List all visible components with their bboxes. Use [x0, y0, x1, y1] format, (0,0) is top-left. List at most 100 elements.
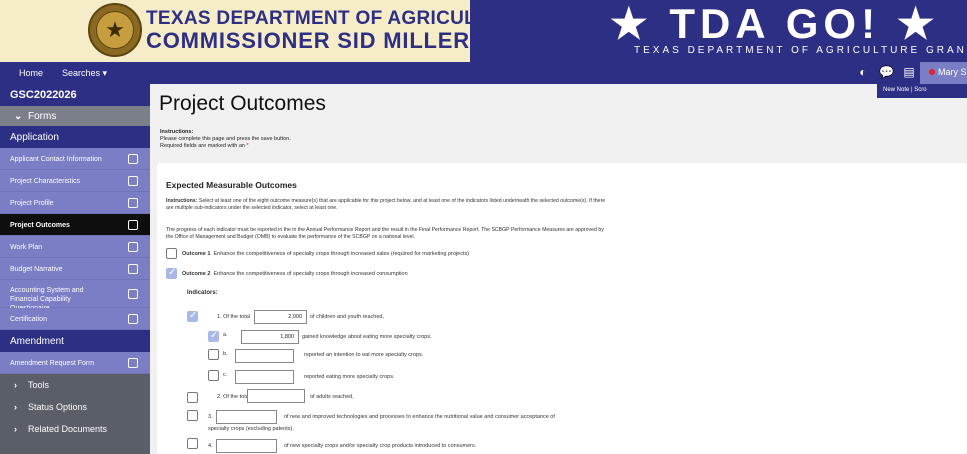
- indicator3-checkbox[interactable]: [187, 410, 198, 421]
- tda-go-subtitle: TEXAS DEPARTMENT OF AGRICULTURE GRANTS O…: [634, 45, 967, 56]
- required-mark: *: [246, 143, 249, 149]
- main-content: New Note | Scro Project Outcomes Instruc…: [150, 84, 967, 454]
- agency-line-1: TEXAS DEPARTMENT OF AGRICULTURE: [146, 8, 528, 29]
- checkbox-icon: [128, 220, 138, 230]
- sidebar-item-applicant-contact[interactable]: Applicant Contact Information: [0, 148, 150, 170]
- progress-text: The progress of each indicator must be r…: [166, 227, 604, 240]
- sidebar-item-project-outcomes[interactable]: Project Outcomes: [0, 214, 150, 236]
- chat-icon[interactable]: 💬: [879, 65, 894, 79]
- new-note-link[interactable]: New Note: [883, 87, 909, 93]
- status-dot-icon: [929, 69, 935, 75]
- sidebar-item-label: Project Profile: [10, 200, 54, 207]
- indicator1-checkbox[interactable]: [187, 310, 198, 322]
- indicator1b-checkbox[interactable]: [208, 349, 219, 360]
- indicator1-prefix: 1. Of the total: [217, 314, 251, 320]
- nav-searches-menu[interactable]: Searches ▾: [62, 68, 107, 79]
- sidebar-link-tools[interactable]: › Tools: [0, 374, 150, 396]
- indicator1c-suffix: reported eating more specialty crops.: [304, 374, 395, 380]
- indicator4-input[interactable]: [216, 439, 277, 453]
- indicator1b-letter: b.: [223, 351, 228, 357]
- page-title: Project Outcomes: [159, 92, 326, 115]
- indicator1a-suffix: gained knowledge about eating more speci…: [302, 334, 432, 340]
- sidebar-item-label: Amendment Request Form: [10, 360, 95, 367]
- outcome2-text: Enhance the competitiveness of specialty…: [213, 271, 408, 277]
- checkbox-icon: [128, 242, 138, 252]
- indicator3-suffix: of new and improved technologies and pro…: [284, 414, 555, 420]
- top-navigation: Home Searches ▾ ◐ 💬 ▤ Mary Sue: [0, 62, 967, 84]
- sidebar-item-label: Certification: [10, 316, 47, 323]
- indicator2-checkbox[interactable]: [187, 392, 198, 403]
- outcome2-checkbox[interactable]: [166, 267, 177, 279]
- indicator3-input[interactable]: [216, 410, 277, 424]
- checkbox-icon: [128, 358, 138, 368]
- sidebar-item-work-plan[interactable]: Work Plan: [0, 236, 150, 258]
- indicator1b-input[interactable]: [235, 349, 294, 363]
- checkbox-icon: [128, 314, 138, 324]
- indicator4-prefix: 4.: [208, 443, 213, 449]
- chevron-right-icon: ›: [14, 380, 17, 390]
- sidebar-link-label: Status Options: [28, 402, 88, 412]
- sidebar-link-related-documents[interactable]: › Related Documents: [0, 418, 150, 440]
- checkbox-icon: [128, 198, 138, 208]
- sidebar-link-label: Related Documents: [28, 424, 108, 434]
- sidebar-forms-label: Forms: [28, 111, 57, 122]
- outcome2-option: Outcome 2 Enhance the competitiveness of…: [182, 271, 408, 277]
- outcome1-text: Enhance the competitiveness of specialty…: [213, 251, 470, 257]
- sidebar-item-project-profile[interactable]: Project Profile: [0, 192, 150, 214]
- indicator1a-checkbox[interactable]: [208, 330, 219, 342]
- page-instructions: Instructions: Please complete this page …: [160, 129, 291, 150]
- sidebar-link-status-options[interactable]: › Status Options: [0, 396, 150, 418]
- agency-line-2: COMMISSIONER SID MILLER: [146, 28, 470, 53]
- contrast-icon[interactable]: ◐: [856, 65, 870, 79]
- instructions-text: Please complete this page and press the …: [160, 136, 291, 142]
- chevron-down-icon: ⌄: [14, 111, 23, 122]
- indicator2-total-input[interactable]: [247, 389, 305, 403]
- sidebar-item-amendment-request[interactable]: Amendment Request Form: [0, 352, 150, 374]
- outcome1-label: Outcome 1: [182, 251, 211, 257]
- nav-home-link[interactable]: Home: [19, 68, 43, 78]
- sidebar-item-project-characteristics[interactable]: Project Characteristics: [0, 170, 150, 192]
- sidebar-item-label: Work Plan: [10, 244, 43, 251]
- card-instructions-text: Select at least one of the eight outcome…: [166, 198, 606, 211]
- user-menu[interactable]: Mary Sue: [920, 62, 967, 84]
- toolbar-icons: ◐ 💬 ▤: [856, 65, 916, 79]
- user-name: Mary Sue: [938, 67, 967, 77]
- scroll-link[interactable]: Scro: [914, 87, 926, 93]
- sidebar-application-header: Application: [0, 126, 150, 148]
- sidebar-item-label: Budget Narrative: [10, 266, 63, 273]
- indicator1c-input[interactable]: [235, 370, 294, 384]
- tda-go-logo: ★ TDA GO! ★: [610, 0, 940, 47]
- outcome1-checkbox[interactable]: [166, 248, 177, 259]
- indicator1a-input[interactable]: 1,800: [241, 330, 299, 344]
- sidebar-item-label: Project Outcomes: [10, 222, 70, 229]
- indicator1a-letter: a.: [223, 332, 228, 338]
- outcome2-label: Outcome 2: [182, 271, 211, 277]
- checkbox-icon: [128, 154, 138, 164]
- sidebar-item-label: Applicant Contact Information: [10, 156, 102, 163]
- note-toolbar: New Note | Scro: [877, 84, 967, 98]
- indicator3-suffix-line2: specialty crops (excluding patents).: [208, 426, 294, 432]
- sidebar-item-certification[interactable]: Certification: [0, 308, 150, 330]
- document-icon[interactable]: ▤: [902, 65, 916, 79]
- indicator4-checkbox[interactable]: [187, 438, 198, 449]
- chevron-right-icon: ›: [14, 424, 17, 434]
- instructions-label: Instructions:: [160, 129, 194, 135]
- outcomes-card: Expected Measurable Outcomes Instruction…: [157, 163, 967, 454]
- sidebar-forms-toggle[interactable]: ⌄ Forms: [0, 106, 150, 126]
- indicator1-total-input[interactable]: 2,000: [254, 310, 307, 324]
- checkbox-icon: [128, 289, 138, 299]
- indicator1-suffix: of children and youth reached,: [310, 314, 384, 320]
- indicator1c-checkbox[interactable]: [208, 370, 219, 381]
- indicator2-prefix: 2. Of the total: [217, 394, 251, 400]
- grant-id: GSC2022026: [0, 84, 150, 106]
- card-heading: Expected Measurable Outcomes: [166, 180, 297, 190]
- outcome1-option: Outcome 1 Enhance the competitiveness of…: [182, 251, 469, 257]
- chevron-right-icon: ›: [14, 402, 17, 412]
- sidebar-amendment-header: Amendment: [0, 330, 150, 352]
- header-banner: ★ TEXAS DEPARTMENT OF AGRICULTURE COMMIS…: [0, 0, 967, 62]
- sidebar: GSC2022026 ⌄ Forms Application Applicant …: [0, 84, 150, 454]
- sidebar-item-budget-narrative[interactable]: Budget Narrative: [0, 258, 150, 280]
- sidebar-item-accounting-system[interactable]: Accounting System and Financial Capabili…: [0, 280, 150, 312]
- note-separator: |: [911, 87, 913, 93]
- indicator1b-suffix: reported an intention to eat more specia…: [304, 352, 424, 358]
